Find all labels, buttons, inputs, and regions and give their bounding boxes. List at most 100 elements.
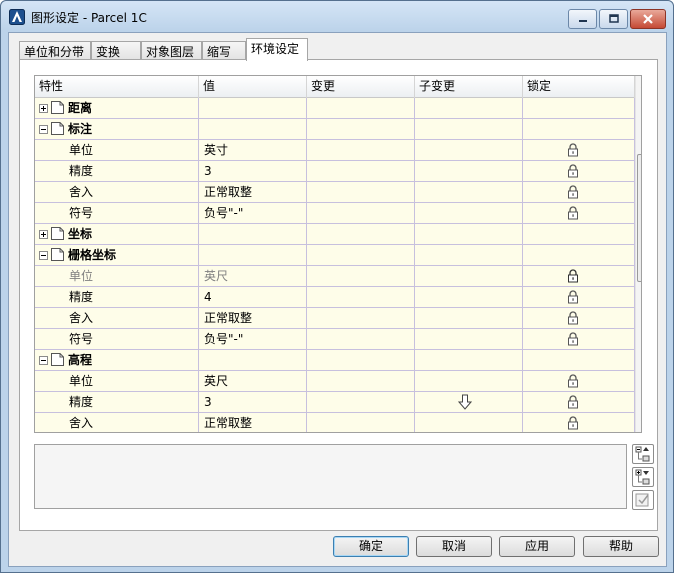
table-cell: 高程 bbox=[35, 350, 199, 371]
grid-row-category-distance[interactable]: 距离 bbox=[35, 98, 635, 119]
lock-icon[interactable] bbox=[567, 374, 579, 388]
down-arrow-icon[interactable] bbox=[458, 394, 472, 410]
property-name-cell: 符号 bbox=[35, 203, 199, 224]
lock-icon[interactable] bbox=[567, 290, 579, 304]
tab-ambient-settings[interactable]: 环境设定 bbox=[246, 38, 308, 61]
category-label: 距离 bbox=[68, 101, 93, 115]
child-override-cell bbox=[415, 371, 523, 392]
tab-object-layers[interactable]: 对象图层 bbox=[141, 41, 202, 60]
table-cell bbox=[415, 119, 523, 140]
table-cell bbox=[307, 98, 415, 119]
collapse-icon[interactable] bbox=[39, 356, 48, 365]
property-name-cell: 舍入 bbox=[35, 308, 199, 329]
column-header-override[interactable]: 变更 bbox=[307, 76, 415, 98]
column-header-child-override[interactable]: 子变更 bbox=[415, 76, 523, 98]
override-cell bbox=[307, 392, 415, 413]
cancel-button[interactable]: 取消 bbox=[416, 536, 492, 557]
collapse-icon[interactable] bbox=[39, 251, 48, 260]
scroll-up-icon[interactable]: ▲ bbox=[636, 76, 642, 93]
property-value-cell[interactable]: 正常取整 bbox=[199, 308, 307, 329]
lock-cell[interactable] bbox=[523, 287, 635, 308]
clear-override-button[interactable] bbox=[632, 490, 654, 510]
lock-icon[interactable] bbox=[567, 332, 579, 346]
table-cell bbox=[199, 98, 307, 119]
lock-icon[interactable] bbox=[567, 164, 579, 178]
grid-row-property[interactable]: 单位 英寸 bbox=[35, 140, 635, 161]
expand-icon[interactable] bbox=[39, 104, 48, 113]
close-window-button[interactable] bbox=[630, 9, 666, 29]
grid-row-category-coordinate[interactable]: 坐标 bbox=[35, 224, 635, 245]
collapse-all-button[interactable] bbox=[632, 444, 654, 464]
child-override-cell[interactable] bbox=[415, 392, 523, 413]
property-name-cell: 精度 bbox=[35, 392, 199, 413]
property-value-cell[interactable]: 4 bbox=[199, 287, 307, 308]
lock-cell[interactable] bbox=[523, 392, 635, 413]
grid-row-property[interactable]: 舍入 正常取整 bbox=[35, 308, 635, 329]
column-header-lock[interactable]: 锁定 bbox=[523, 76, 635, 98]
lock-cell[interactable] bbox=[523, 140, 635, 161]
property-value-cell[interactable]: 3 bbox=[199, 161, 307, 182]
lock-icon[interactable] bbox=[567, 185, 579, 199]
collapse-icon[interactable] bbox=[39, 125, 48, 134]
category-page-icon bbox=[51, 353, 64, 366]
property-value-cell[interactable]: 负号"-" bbox=[199, 329, 307, 350]
lock-icon[interactable] bbox=[567, 311, 579, 325]
grid-row-property[interactable]: 符号 负号"-" bbox=[35, 329, 635, 350]
lock-cell[interactable] bbox=[523, 203, 635, 224]
property-value-cell[interactable]: 3 bbox=[199, 392, 307, 413]
lock-cell[interactable] bbox=[523, 161, 635, 182]
property-value-cell[interactable]: 英寸 bbox=[199, 140, 307, 161]
child-override-cell bbox=[415, 308, 523, 329]
grid-row-property[interactable]: 舍入 正常取整 bbox=[35, 182, 635, 203]
category-page-icon bbox=[51, 248, 64, 261]
tab-abbreviations[interactable]: 缩写 bbox=[202, 41, 246, 60]
lock-icon[interactable] bbox=[567, 269, 579, 283]
grid-row-property[interactable]: 精度 3 bbox=[35, 392, 635, 413]
maximize-button[interactable] bbox=[599, 9, 628, 29]
lock-cell[interactable] bbox=[523, 182, 635, 203]
expand-icon[interactable] bbox=[39, 230, 48, 239]
lock-cell[interactable] bbox=[523, 308, 635, 329]
grid-row-property[interactable]: 单位 英尺 bbox=[35, 371, 635, 392]
lock-cell[interactable] bbox=[523, 329, 635, 350]
help-button[interactable]: 帮助 bbox=[583, 536, 659, 557]
child-override-cell bbox=[415, 203, 523, 224]
lock-icon[interactable] bbox=[567, 143, 579, 157]
minimize-button[interactable] bbox=[568, 9, 597, 29]
grid-row-property[interactable]: 舍入 正常取整 bbox=[35, 413, 635, 432]
property-value-cell[interactable]: 负号"-" bbox=[199, 203, 307, 224]
property-value-cell[interactable]: 英尺 bbox=[199, 371, 307, 392]
tab-transformation[interactable]: 变换 bbox=[91, 41, 141, 60]
grid-row-category-dimension[interactable]: 标注 bbox=[35, 119, 635, 140]
grid-row-category-elevation[interactable]: 高程 bbox=[35, 350, 635, 371]
scroll-thumb[interactable] bbox=[637, 154, 641, 282]
table-cell bbox=[199, 224, 307, 245]
property-name-cell: 单位 bbox=[35, 371, 199, 392]
grid-row-property[interactable]: 精度 3 bbox=[35, 161, 635, 182]
lock-cell[interactable] bbox=[523, 371, 635, 392]
grid-row-category-grid-coordinate[interactable]: 栅格坐标 bbox=[35, 245, 635, 266]
expand-all-button[interactable] bbox=[632, 467, 654, 487]
category-label: 高程 bbox=[68, 353, 93, 367]
ok-button[interactable]: 确定 bbox=[333, 536, 409, 557]
column-header-value[interactable]: 值 bbox=[199, 76, 307, 98]
grid-row-property[interactable]: 单位 英尺 bbox=[35, 266, 635, 287]
tab-units-and-zone[interactable]: 单位和分带 bbox=[19, 41, 91, 60]
scroll-down-icon[interactable]: ▼ bbox=[636, 415, 642, 432]
vertical-scrollbar[interactable]: ▲ ▼ bbox=[635, 76, 642, 432]
grid-row-property[interactable]: 精度 4 bbox=[35, 287, 635, 308]
property-value-cell[interactable]: 正常取整 bbox=[199, 413, 307, 432]
title-bar[interactable]: 图形设定 - Parcel 1C bbox=[1, 1, 673, 31]
grid-row-property[interactable]: 符号 负号"-" bbox=[35, 203, 635, 224]
table-cell bbox=[415, 245, 523, 266]
lock-cell[interactable] bbox=[523, 266, 635, 287]
lock-cell[interactable] bbox=[523, 413, 635, 432]
lock-icon[interactable] bbox=[567, 206, 579, 220]
lock-icon[interactable] bbox=[567, 395, 579, 409]
property-value-cell[interactable]: 正常取整 bbox=[199, 182, 307, 203]
apply-button[interactable]: 应用 bbox=[499, 536, 575, 557]
table-cell bbox=[199, 245, 307, 266]
table-cell bbox=[523, 119, 635, 140]
column-header-property[interactable]: 特性 bbox=[35, 76, 199, 98]
lock-icon[interactable] bbox=[567, 416, 579, 430]
